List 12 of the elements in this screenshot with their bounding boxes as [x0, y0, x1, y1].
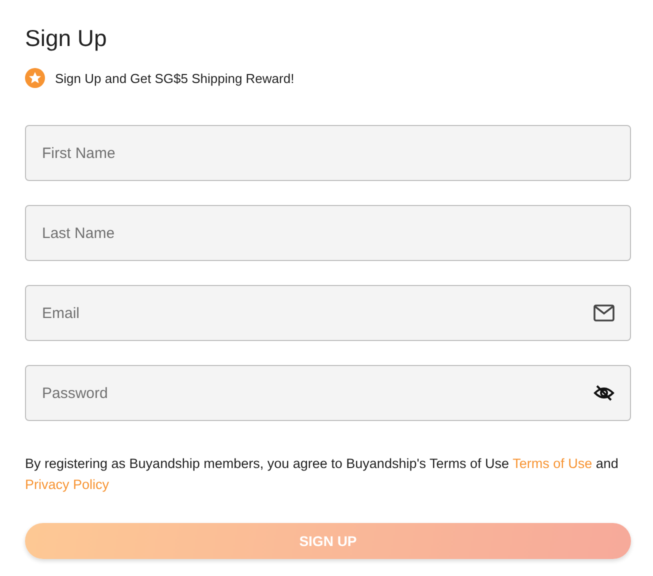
page-title: Sign Up: [25, 24, 108, 53]
email-field[interactable]: Email: [25, 285, 631, 341]
mail-icon: [593, 304, 615, 322]
text-field[interactable]: First Name: [25, 125, 631, 181]
sign-up-button[interactable]: SIGN UP: [25, 523, 631, 559]
reward-text: Sign Up and Get SG$5 Shipping Reward!: [55, 70, 294, 86]
privacy-link[interactable]: Privacy Policy: [25, 477, 110, 492]
eye-slash-icon[interactable]: [593, 384, 615, 402]
text-field[interactable]: Last Name: [25, 205, 631, 261]
terms-link[interactable]: Terms of Use: [512, 456, 592, 471]
agreement-text: By registering as Buyandship members, you agree to Buyandship's Terms of Use Terms of Use and Privacy Policy: [25, 455, 620, 494]
password-field[interactable]: Password: [25, 365, 631, 421]
